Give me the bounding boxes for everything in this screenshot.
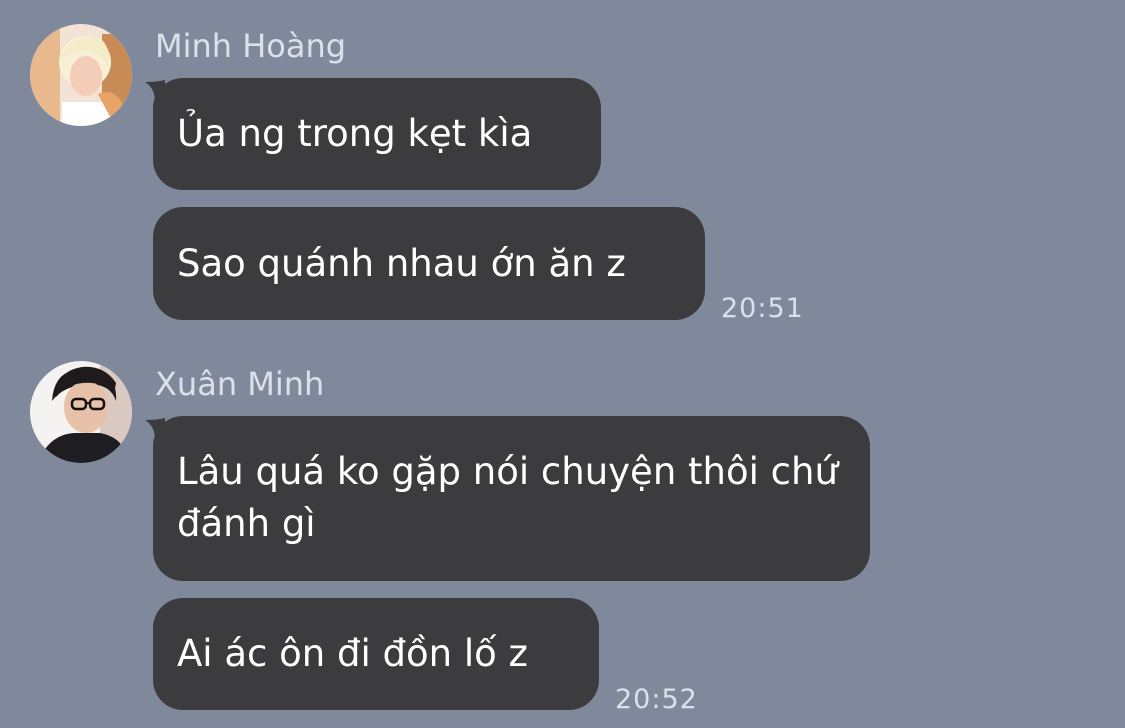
message-timestamp: 20:51 (721, 293, 804, 324)
message-bubble[interactable]: Ai ác ôn đi đồn lố z (153, 598, 599, 710)
message-text: Sao quánh nhau ớn ăn z (177, 241, 626, 285)
sender-name: Minh Hoàng (155, 27, 347, 65)
message-bubble[interactable]: Lâu quá ko gặp nói chuyện thôi chứ đánh … (153, 416, 870, 581)
message-bubble[interactable]: Ủa ng trong kẹt kìa (153, 78, 601, 190)
avatar-minh-hoang[interactable] (30, 24, 132, 126)
message-bubble[interactable]: Sao quánh nhau ớn ăn z (153, 207, 705, 320)
avatar-image (30, 24, 132, 126)
sender-name: Xuân Minh (155, 365, 325, 403)
message-text: Ủa ng trong kẹt kìa (177, 112, 533, 155)
message-text: Ai ác ôn đi đồn lố z (177, 632, 528, 675)
message-text: Lâu quá ko gặp nói chuyện thôi chứ đánh … (177, 450, 838, 545)
avatar-xuan-minh[interactable] (30, 361, 132, 463)
avatar-image (30, 361, 132, 463)
chat-view: Minh Hoàng Ủa ng trong kẹt kìa Sao quánh… (0, 0, 1125, 728)
message-timestamp: 20:52 (615, 684, 698, 715)
